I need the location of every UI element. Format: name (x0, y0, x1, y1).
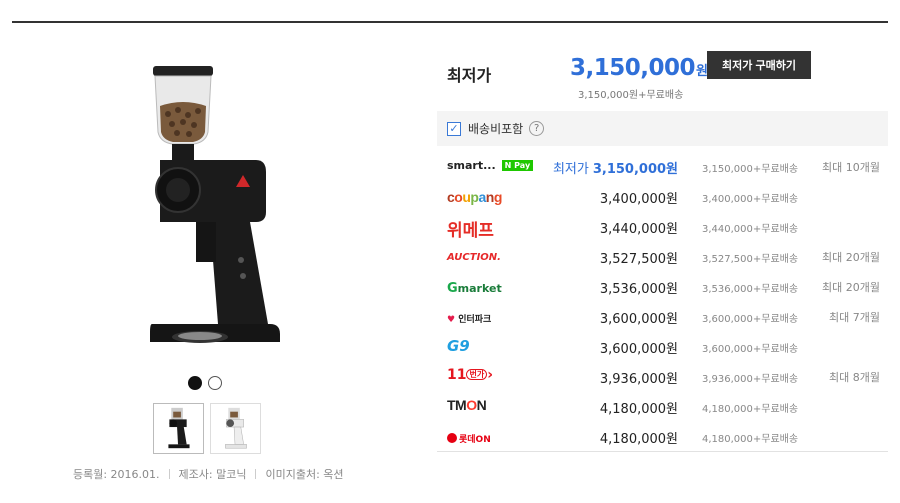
seller-price[interactable]: 3,536,000원 (600, 278, 678, 297)
seller-price[interactable]: 3,400,000원 (600, 188, 678, 207)
seller-shipping: 3,936,000+무료배송 (702, 374, 799, 385)
seller-logo-tmon[interactable]: TMON (447, 397, 487, 413)
seller-row[interactable]: coupang 3,400,000원 3,400,000+무료배송 (437, 183, 888, 213)
include-shipping-checkbox[interactable]: ✓ (447, 121, 461, 136)
heart-icon: ♥ (447, 315, 456, 325)
product-meta: 등록월: 2016.01. 제조사: 말코닉 이미지출처: 옥션 (73, 466, 344, 482)
best-price-currency: 원 (696, 64, 708, 79)
seller-shipping: 4,180,000+무료배송 (702, 434, 799, 445)
seller-price[interactable]: 3,600,000원 (600, 338, 678, 357)
seller-logo-smartstore[interactable]: smart... N Pay (447, 159, 534, 172)
lotteon-icon (447, 433, 457, 443)
gmarket-g: G (447, 281, 458, 296)
seller-shipping: 3,527,500+무료배송 (702, 254, 799, 265)
top-divider (12, 21, 888, 23)
carousel-dot-2[interactable] (208, 376, 222, 390)
seller-row[interactable]: AUCTION. 3,527,500원 3,527,500+무료배송 최대 20… (437, 243, 888, 273)
image-source: 이미지출처: 옥션 (265, 468, 344, 481)
seller-logo-wemakeprice[interactable]: 위메프 (447, 216, 494, 241)
seller-name: smart... (447, 159, 496, 172)
meta-divider (168, 469, 170, 479)
seller-row[interactable]: 11 번가 › 3,936,000원 3,936,000+무료배송 최대 8개월 (437, 363, 888, 393)
11st-text: 번가 (466, 369, 488, 380)
seller-installment: 최대 10개월 (822, 161, 880, 174)
seller-shipping: 3,440,000+무료배송 (702, 224, 799, 235)
help-icon[interactable]: ? (529, 121, 545, 136)
thumbnail-black-grinder[interactable] (153, 403, 204, 454)
seller-installment: 최대 7개월 (829, 311, 880, 324)
seller-logo-coupang[interactable]: coupang (447, 189, 502, 205)
seller-price[interactable]: 4,180,000원 (600, 398, 678, 417)
11st-number: 11 (447, 367, 467, 383)
include-shipping-label[interactable]: 배송비포함 (468, 120, 523, 137)
seller-shipping: 3,536,000+무료배송 (702, 284, 799, 295)
seller-row[interactable]: Gmarket 3,536,000원 3,536,000+무료배송 최대 20개… (437, 273, 888, 303)
interpark-text: 인터파크 (458, 315, 492, 325)
seller-row[interactable]: 롯데ON 4,180,000원 4,180,000+무료배송 (437, 423, 888, 453)
thumbnail-list (153, 403, 261, 454)
seller-shipping: 3,600,000+무료배송 (702, 314, 799, 325)
seller-row[interactable]: smart... N Pay 최저가 3,150,000원 3,150,000+무료… (437, 153, 888, 183)
seller-installment: 최대 20개월 (822, 281, 880, 294)
tmon-text-o: O (466, 397, 477, 413)
seller-row[interactable]: G9 3,600,000원 3,600,000+무료배송 (437, 333, 888, 363)
seller-installment: 최대 20개월 (822, 251, 880, 264)
seller-logo-interpark[interactable]: ♥ 인터파크 (447, 312, 491, 325)
best-price-value: 3,150,000 (570, 55, 696, 81)
best-price-label: 최저가 (447, 66, 492, 85)
coffee-grinder-image (150, 66, 280, 343)
seller-logo-auction[interactable]: AUCTION. (447, 252, 501, 263)
product-image[interactable] (60, 62, 355, 365)
seller-price[interactable]: 3,440,000원 (600, 218, 678, 237)
npay-badge: N Pay (501, 160, 534, 171)
thumbnail-black-grinder-image (168, 407, 190, 449)
shipping-toggle-bar: ✓ 배송비포함 ? (437, 111, 888, 146)
seller-shipping: 4,180,000+무료배송 (702, 404, 799, 415)
seller-price[interactable]: 최저가 3,150,000원 (553, 158, 678, 177)
thumbnail-white-grinder-image (225, 407, 247, 449)
seller-row[interactable]: TMON 4,180,000원 4,180,000+무료배송 (437, 393, 888, 423)
tmon-text-n: N (476, 397, 487, 413)
seller-list: smart... N Pay 최저가 3,150,000원 3,150,000+무료… (437, 153, 888, 453)
seller-shipping: 3,150,000+무료배송 (702, 164, 799, 175)
meta-divider (255, 469, 257, 479)
best-price-shipping: 3,150,000원+무료배송 (578, 90, 684, 101)
buy-lowest-button[interactable]: 최저가 구매하기 (707, 51, 811, 79)
seller-row[interactable]: 위메프 3,440,000원 3,440,000+무료배송 (437, 213, 888, 243)
best-tag: 최저가 (552, 162, 589, 177)
carousel-dot-1[interactable] (188, 376, 202, 390)
tmon-text-a: TM (447, 397, 467, 413)
registered-date: 등록월: 2016.01. (73, 468, 160, 481)
carousel-dots (188, 376, 222, 390)
thumbnail-white-grinder[interactable] (210, 403, 261, 454)
seller-shipping: 3,400,000+무료배송 (702, 194, 799, 205)
seller-price[interactable]: 3,527,500원 (600, 248, 678, 267)
seller-installment: 최대 8개월 (829, 371, 880, 384)
seller-logo-gmarket[interactable]: Gmarket (447, 281, 502, 296)
seller-price[interactable]: 4,180,000원 (600, 428, 678, 447)
seller-list-divider (437, 451, 888, 452)
lotteon-text: 롯데ON (459, 435, 491, 445)
seller-logo-11st[interactable]: 11 번가 › (447, 367, 493, 383)
seller-logo-lotteon[interactable]: 롯데ON (447, 432, 491, 445)
seller-logo-g9[interactable]: G9 (447, 337, 470, 355)
seller-price-value: 3,150,000원 (592, 162, 678, 177)
seller-price[interactable]: 3,600,000원 (600, 308, 678, 327)
seller-row[interactable]: ♥ 인터파크 3,600,000원 3,600,000+무료배송 최대 7개월 (437, 303, 888, 333)
seller-price[interactable]: 3,936,000원 (600, 368, 678, 387)
seller-shipping: 3,600,000+무료배송 (702, 344, 799, 355)
manufacturer: 제조사: 말코닉 (178, 468, 247, 481)
best-price: 3,150,000원 (570, 55, 708, 81)
gmarket-text: market (457, 282, 502, 295)
